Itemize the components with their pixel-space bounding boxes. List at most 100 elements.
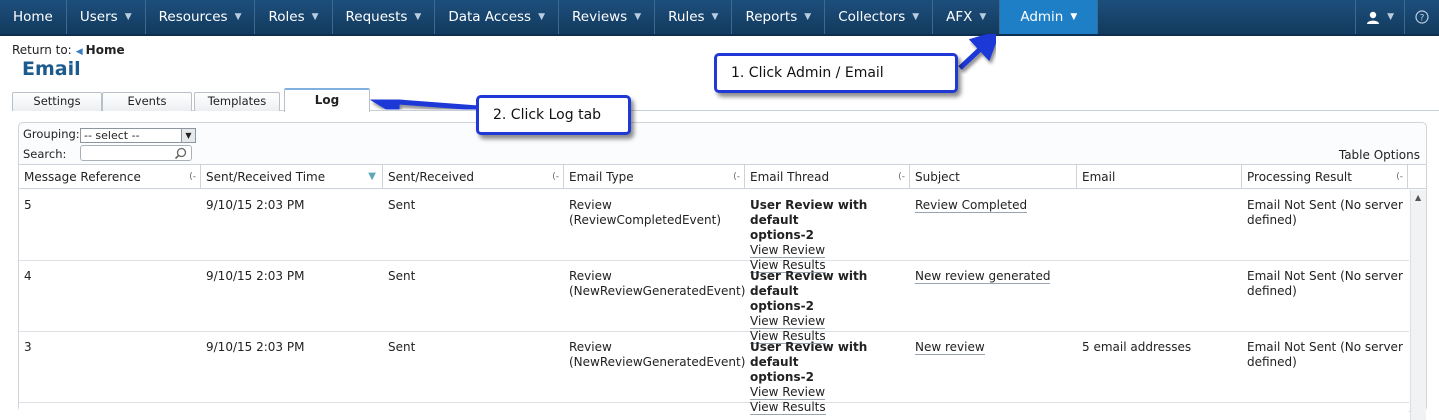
return-home-link[interactable]: Home bbox=[86, 43, 125, 57]
caret-down-icon: ▼ bbox=[711, 12, 719, 22]
caret-down-icon: ▼ bbox=[912, 12, 920, 22]
column-label: Email bbox=[1082, 170, 1116, 184]
search-input[interactable] bbox=[80, 145, 192, 161]
tab-settings[interactable]: Settings bbox=[12, 92, 102, 111]
nav-label: Home bbox=[13, 9, 53, 25]
email-type-line: (NewReviewGeneratedEvent) bbox=[569, 284, 746, 298]
column-header-email-type[interactable]: Email Type (- bbox=[564, 165, 745, 189]
subject-link[interactable]: New review generated bbox=[915, 269, 1051, 284]
nav-item-rules[interactable]: Rules ▼ bbox=[655, 0, 733, 34]
caret-down-icon: ▼ bbox=[124, 12, 132, 22]
column-label: Processing Result bbox=[1247, 170, 1352, 184]
email-type-line: Review bbox=[569, 340, 612, 354]
cell-email: 5 email addresses bbox=[1082, 340, 1192, 354]
caret-down-icon: ▼ bbox=[311, 12, 319, 22]
user-icon bbox=[1367, 11, 1380, 24]
vertical-scrollbar[interactable]: ▲ bbox=[1410, 190, 1426, 420]
cell-sent-received: Sent bbox=[388, 269, 416, 283]
cell-processing-result: Email Not Sent (No server defined) bbox=[1242, 190, 1408, 260]
tab-log[interactable]: Log bbox=[284, 88, 370, 112]
cell-time: 9/10/15 2:03 PM bbox=[206, 340, 305, 354]
nav-item-requests[interactable]: Requests ▼ bbox=[333, 0, 436, 34]
nav-item-resources[interactable]: Resources ▼ bbox=[146, 0, 256, 34]
nav-label: Rules bbox=[668, 9, 705, 25]
cell-message-reference: 4 bbox=[24, 269, 32, 283]
email-type-line: (NewReviewGeneratedEvent) bbox=[569, 355, 746, 369]
grouping-select[interactable]: -- select -- ▼ bbox=[80, 128, 196, 143]
return-to-label: Return to: bbox=[12, 43, 72, 57]
tab-events[interactable]: Events bbox=[102, 92, 192, 111]
table-row[interactable]: 5 9/10/15 2:03 PM Sent Review (ReviewComp… bbox=[19, 190, 1409, 273]
cell-sent-received: Sent bbox=[388, 340, 416, 354]
resize-icon[interactable]: (- bbox=[1396, 165, 1403, 189]
subject-link[interactable]: Review Completed bbox=[915, 198, 1028, 213]
column-header-message-reference[interactable]: Message Reference (- bbox=[19, 165, 201, 189]
thread-title: User Review with default bbox=[750, 340, 868, 369]
nav-label: Data Access bbox=[448, 9, 532, 25]
column-label: Message Reference bbox=[24, 170, 141, 184]
triangle-left-icon: ◀ bbox=[75, 47, 83, 57]
scroll-up-icon[interactable]: ▲ bbox=[1415, 193, 1421, 202]
column-label: Sent/Received Time bbox=[206, 170, 326, 184]
caret-down-icon: ▼ bbox=[1070, 12, 1078, 22]
email-type-line: Review bbox=[569, 198, 612, 212]
nav-item-collectors[interactable]: Collectors ▼ bbox=[825, 0, 934, 34]
column-header-subject[interactable]: Subject bbox=[910, 165, 1077, 189]
nav-item-roles[interactable]: Roles ▼ bbox=[255, 0, 333, 34]
view-results-link[interactable]: View Results bbox=[750, 400, 826, 415]
cell-processing-result: Email Not Sent (No server defined) bbox=[1242, 261, 1408, 331]
cell-sent-received: Sent bbox=[388, 198, 416, 212]
thread-title: User Review with default bbox=[750, 198, 868, 227]
nav-item-reports[interactable]: Reports ▼ bbox=[732, 0, 826, 34]
user-menu-button[interactable]: ▼ bbox=[1355, 0, 1404, 34]
tab-templates[interactable]: Templates bbox=[194, 92, 280, 111]
thread-title: options-2 bbox=[750, 370, 814, 384]
result-line: defined) bbox=[1247, 213, 1297, 227]
grouping-label: Grouping: bbox=[23, 127, 80, 141]
resize-icon[interactable]: (- bbox=[733, 165, 740, 189]
cell-time: 9/10/15 2:03 PM bbox=[206, 198, 305, 212]
nav-item-afx[interactable]: AFX ▼ bbox=[933, 0, 1001, 34]
result-line: Email Not Sent (No server bbox=[1247, 269, 1403, 283]
column-header-sent-received[interactable]: Sent/Received (- bbox=[383, 165, 564, 189]
breadcrumb: Return to: ◀ Home bbox=[12, 43, 125, 57]
table-row[interactable]: 3 9/10/15 2:03 PM Sent Review (NewReviewG… bbox=[19, 332, 1409, 415]
nav-label: Requests bbox=[345, 9, 408, 25]
search-icon[interactable] bbox=[174, 147, 187, 160]
log-panel: Grouping: -- select -- ▼ Search: Table O… bbox=[18, 122, 1427, 420]
help-icon: ? bbox=[1415, 10, 1429, 24]
view-review-link[interactable]: View Review bbox=[750, 385, 826, 400]
grouping-value: -- select -- bbox=[84, 129, 140, 142]
email-type-line: (ReviewCompletedEvent) bbox=[569, 213, 722, 227]
column-header-email[interactable]: Email bbox=[1077, 165, 1242, 189]
column-header-sent-received-time[interactable]: Sent/Received Time ▼ bbox=[201, 165, 383, 189]
nav-label: Reports bbox=[745, 9, 798, 25]
search-label: Search: bbox=[23, 147, 67, 161]
view-review-link[interactable]: View Review bbox=[750, 243, 826, 258]
resize-icon[interactable]: (- bbox=[189, 165, 196, 189]
result-line: Email Not Sent (No server bbox=[1247, 198, 1403, 212]
result-line: defined) bbox=[1247, 284, 1297, 298]
nav-label: Collectors bbox=[838, 9, 906, 25]
nav-item-reviews[interactable]: Reviews ▼ bbox=[559, 0, 656, 34]
table-row[interactable]: 4 9/10/15 2:03 PM Sent Review (NewReviewG… bbox=[19, 261, 1409, 344]
nav-item-home[interactable]: Home bbox=[0, 0, 67, 34]
column-header-email-thread[interactable]: Email Thread (- bbox=[745, 165, 910, 189]
thread-title: options-2 bbox=[750, 228, 814, 242]
nav-item-data-access[interactable]: Data Access ▼ bbox=[435, 0, 559, 34]
nav-item-users[interactable]: Users ▼ bbox=[67, 0, 146, 34]
table-header: Message Reference (- Sent/Received Time ▼ … bbox=[19, 164, 1426, 189]
column-label: Email Thread bbox=[750, 170, 830, 184]
view-review-link[interactable]: View Review bbox=[750, 314, 826, 329]
nav-item-admin[interactable]: Admin ▼ bbox=[1000, 0, 1099, 34]
resize-icon[interactable]: (- bbox=[898, 165, 905, 189]
help-button[interactable]: ? bbox=[1404, 0, 1439, 34]
sort-down-icon[interactable]: ▼ bbox=[368, 165, 376, 189]
arrow-to-admin bbox=[958, 29, 1001, 70]
subject-link[interactable]: New review bbox=[915, 340, 985, 355]
column-header-processing-result[interactable]: Processing Result (- bbox=[1242, 165, 1408, 189]
resize-icon[interactable]: (- bbox=[552, 165, 559, 189]
table-options-link[interactable]: Table Options bbox=[1339, 148, 1420, 162]
cell-time: 9/10/15 2:03 PM bbox=[206, 269, 305, 283]
nav-label: Resources bbox=[158, 9, 228, 25]
